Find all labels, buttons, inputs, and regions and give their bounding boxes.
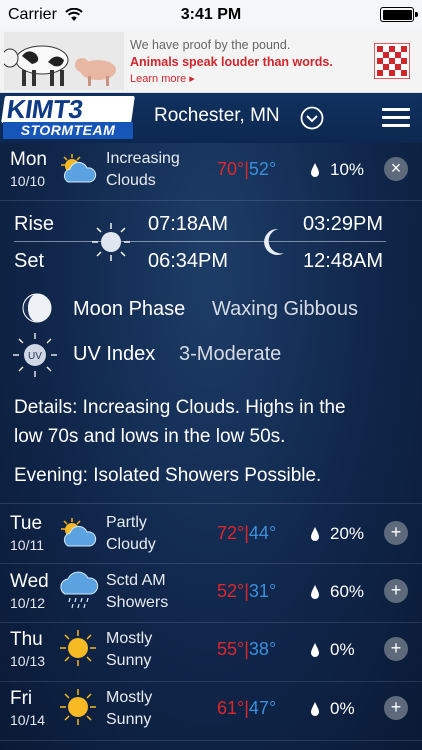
evening-details: Evening: Isolated Showers Possible. [14,465,322,486]
ad-tagline: Animals speak louder than words. [130,55,333,69]
low-temp: 44° [248,523,277,543]
uv-icon-label: UV [28,351,42,362]
partly-cloudy-icon [61,154,97,183]
day-date: 10/12 [10,595,46,611]
uv-index-icon: UV [13,333,57,377]
moonset-time: 12:48AM [303,250,384,272]
day-date: 10/10 [10,173,46,189]
details-line2: low 70s and lows in the low 50s. [14,426,286,447]
ad-text: We have proof by the pound. Animals spea… [130,37,365,88]
raindrop-icon [311,527,319,541]
location-selector[interactable]: Rochester, MN [154,105,280,127]
expand-button[interactable]: + [384,637,408,661]
high-temp: 55° [217,639,245,659]
raindrop-icon [311,643,319,657]
condition-line1: Mostly [106,630,153,647]
divider [0,740,422,741]
forecast-row-thu[interactable]: Thu 10/13 Mostly Sunny 55°|38° 0% + [0,623,422,680]
rise-label: Rise [14,213,55,235]
wifi-icon [65,7,83,21]
high-temp: 70° [217,159,245,179]
temperature: 52°|31° [217,581,277,601]
condition-line2: Cloudy [106,536,156,553]
divider [0,200,422,201]
details-line1: Details: Increasing Clouds. Highs in the [14,397,346,418]
ad-headline: We have proof by the pound. [130,38,291,52]
condition-line1: Partly [106,514,147,531]
raindrop-icon [311,702,319,716]
low-temp: 52° [248,159,277,179]
precip-chance: 60% [330,582,365,601]
high-temp: 52° [217,581,245,601]
expand-button[interactable]: + [384,521,408,545]
day-name: Fri [10,688,33,709]
day-name: Wed [10,571,49,592]
raindrop-icon [311,585,319,599]
temperature: 61°|47° [217,698,277,718]
day-name: Thu [10,629,43,650]
rain-cloud-icon [60,571,99,609]
moon-phase-icon [22,293,52,323]
low-temp: 47° [248,698,277,718]
set-label: Set [14,250,45,272]
ad-banner[interactable]: We have proof by the pound. Animals spea… [0,29,422,93]
kimt-stormteam-logo: KIMT3 STORMTEAM [1,94,135,140]
expand-button[interactable]: + [384,579,408,603]
purina-checkerboard-logo [374,43,410,79]
low-temp: 31° [248,581,277,601]
condition-line1: Mostly [106,689,153,706]
day-name: Tue [10,513,43,534]
app-header: KIMT3 STORMTEAM Rochester, MN [0,93,422,143]
condition-line2: Sunny [106,652,152,669]
forecast-row-tue[interactable]: Tue 10/11 Partly Cloudy 72°|44° 20% + [0,505,422,562]
forecast-row-fri[interactable]: Fri 10/14 Mostly Sunny 61°|47° 0% + [0,682,422,739]
uv-index-value: 3-Moderate [179,343,282,365]
temperature: 55°|38° [217,639,277,659]
sun-icon [60,630,96,666]
moon-phase-label: Moon Phase [73,298,186,320]
day-date: 10/13 [10,653,46,669]
rise-set-divider [14,241,386,242]
condition-line1: Sctd AM [106,572,166,589]
moon-icon [264,228,284,255]
carrier-label: Carrier [8,5,57,23]
moonrise-time: 03:29PM [303,213,384,235]
sunrise-time: 07:18AM [148,213,229,235]
sunset-time: 06:34PM [148,250,229,272]
high-temp: 72° [217,523,245,543]
hamburger-menu-icon[interactable] [382,108,410,128]
precip-chance: 20% [330,524,365,543]
forecast-panel: Mon 10/10 Increasing Clouds 70°|52° 10% … [0,143,422,750]
sunrise-sunset-icon [92,223,130,261]
precip-chance: 0% [330,640,355,659]
low-temp: 38° [248,639,277,659]
day-date: 10/14 [10,712,46,728]
partly-cloudy-icon [61,518,97,547]
ad-learn-more-link[interactable]: Learn more ▸ [130,71,365,88]
temperature: 72°|44° [217,523,277,543]
precip-chance: 0% [330,699,355,718]
battery-icon [380,7,418,22]
condition-line2: Showers [106,594,169,611]
condition-line2: Sunny [106,711,152,728]
forecast-row-wed[interactable]: Wed 10/12 Sctd AM Showers 52°|31° 60% + [0,564,422,621]
condition-line2: Clouds [106,172,156,189]
chevron-down-icon[interactable] [300,106,324,130]
precip-chance: 10% [330,160,365,179]
day-name: Mon [10,149,47,170]
day-date: 10/11 [10,537,44,553]
expand-button[interactable]: + [384,696,408,720]
raindrop-icon [311,163,319,177]
moon-phase-value: Waxing Gibbous [212,298,358,320]
temperature: 70°|52° [217,159,277,179]
status-bar: Carrier 3:41 PM [0,0,422,29]
today-row[interactable]: Mon 10/10 Increasing Clouds 70°|52° 10% … [0,143,422,199]
high-temp: 61° [217,698,245,718]
sun-icon [60,689,96,725]
condition-line1: Increasing [106,150,180,167]
collapse-button[interactable]: × [384,157,408,181]
divider [0,503,422,504]
farm-animals-image [4,32,124,90]
uv-index-label: UV Index [73,343,156,365]
